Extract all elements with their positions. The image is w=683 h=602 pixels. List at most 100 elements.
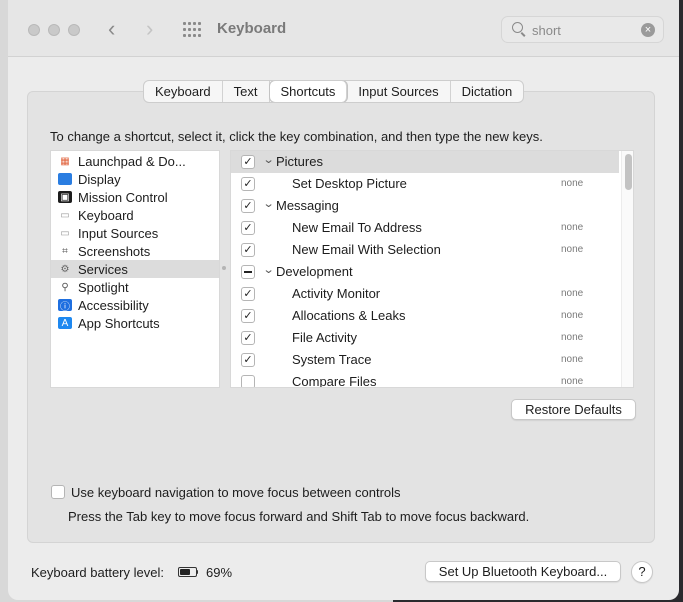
category-launchpad-do[interactable]: ▦ Launchpad & Do... [51, 152, 219, 170]
shortcut-key[interactable]: none [561, 244, 583, 255]
category-keyboard[interactable]: ▭ Keyboard [51, 206, 219, 224]
shortcut-row[interactable]: ✓ Activity Monitor none [231, 283, 619, 305]
shortcut-label: Allocations & Leaks [292, 308, 406, 323]
shortcut-label: Pictures [276, 154, 323, 169]
shortcut-row[interactable]: ✓ Set Desktop Picture none [231, 173, 619, 195]
shortcut-checkbox[interactable]: ✓ [241, 353, 255, 367]
shortcut-group-row[interactable]: ✓ ⌄ Messaging [231, 195, 619, 217]
shortcut-row[interactable]: ✓ New Email To Address none [231, 217, 619, 239]
category-app-shortcuts[interactable]: A App Shortcuts [51, 314, 219, 332]
category-spotlight[interactable]: ⚲ Spotlight [51, 278, 219, 296]
disclosure-chevron-icon[interactable]: ⌄ [263, 153, 275, 166]
shortcut-key[interactable]: none [561, 332, 583, 343]
category-display[interactable]: Display [51, 170, 219, 188]
mission-control-icon: ▣ [58, 191, 72, 203]
category-mission-control[interactable]: ▣ Mission Control [51, 188, 219, 206]
battery-icon [178, 567, 198, 577]
tab-text[interactable]: Text [223, 81, 270, 102]
shortcut-checkbox[interactable]: ✓ [241, 155, 255, 169]
shortcut-label: New Email To Address [292, 220, 422, 235]
tab-input-sources[interactable]: Input Sources [347, 81, 451, 102]
close-window-button[interactable] [28, 24, 40, 36]
split-view-handle[interactable] [222, 266, 226, 270]
search-field[interactable]: × [501, 16, 664, 43]
category-label: Launchpad & Do... [78, 153, 186, 169]
category-label: Mission Control [78, 189, 168, 205]
shortcut-group-row[interactable]: ✓ ⌄ Pictures [231, 151, 619, 173]
toolbar: ‹ › Keyboard × [8, 0, 679, 57]
shortcut-key[interactable]: none [561, 288, 583, 299]
disclosure-chevron-icon[interactable]: ⌄ [263, 197, 275, 210]
keyboard-navigation-hint: Press the Tab key to move focus forward … [68, 509, 530, 524]
shortcut-row[interactable]: Compare Files none [231, 371, 619, 388]
battery-percent: 69% [206, 565, 233, 580]
category-input-sources[interactable]: ▭ Input Sources [51, 224, 219, 242]
minimize-window-button[interactable] [48, 24, 60, 36]
shortcut-checkbox[interactable]: ✓ [241, 331, 255, 345]
input-sources-icon: ▭ [60, 227, 70, 239]
shortcut-label: File Activity [292, 330, 358, 345]
shortcut-checkbox[interactable]: ✓ [241, 177, 255, 191]
show-all-grid-icon[interactable] [183, 22, 201, 38]
shortcut-label: New Email With Selection [292, 242, 441, 257]
tab-keyboard[interactable]: Keyboard [144, 81, 223, 102]
shortcut-label: Development [276, 264, 353, 279]
shortcut-checkbox[interactable]: ✓ [241, 199, 255, 213]
shortcut-label: Activity Monitor [292, 286, 381, 301]
shortcut-key[interactable]: none [561, 376, 583, 387]
shortcut-checkbox[interactable]: ✓ [241, 309, 255, 323]
shortcut-key[interactable]: none [561, 354, 583, 365]
shortcut-checkbox[interactable]: ✓ [241, 287, 255, 301]
shortcut-key[interactable]: none [561, 222, 583, 233]
shortcut-checkbox[interactable] [241, 375, 255, 387]
tab-dictation[interactable]: Dictation [451, 81, 524, 102]
shortcut-key[interactable]: none [561, 310, 583, 321]
shortcut-label: System Trace [292, 352, 372, 367]
shortcut-list: ✓ ⌄ Pictures ✓ Set Desktop Picture none ✓ ⌄ Mess… [230, 150, 634, 388]
search-input[interactable] [532, 21, 632, 39]
shortcut-row[interactable]: ✓ File Activity none [231, 327, 619, 349]
restore-defaults-button[interactable]: Restore Defaults [511, 399, 636, 420]
tab-bar: Keyboard Text Shortcuts Input Sources Dictat… [143, 80, 525, 103]
category-label: Input Sources [78, 225, 159, 241]
shortcut-row[interactable]: ✓ System Trace none [231, 349, 619, 371]
category-label: Display [78, 171, 121, 187]
keyboard-icon: ▭ [60, 209, 70, 221]
category-label: Services [78, 261, 128, 277]
shortcut-checkbox[interactable] [241, 265, 255, 279]
launchpad-icon: ▦ [60, 155, 70, 167]
search-icon [512, 22, 523, 33]
keyboard-preferences-window: ‹ › Keyboard × KeyboardTextShortcutsInpu… [8, 0, 679, 600]
screenshots-icon: ⌗ [62, 245, 68, 257]
category-screenshots[interactable]: ⌗ Screenshots [51, 242, 219, 260]
keyboard-navigation-label: Use keyboard navigation to move focus be… [71, 485, 401, 500]
shortcut-row[interactable]: ✓ Allocations & Leaks none [231, 305, 619, 327]
set-up-bluetooth-keyboard-button[interactable]: Set Up Bluetooth Keyboard... [425, 561, 621, 582]
shortcut-label: Set Desktop Picture [292, 176, 407, 191]
zoom-window-button[interactable] [68, 24, 80, 36]
app-store-icon: A [58, 317, 72, 329]
accessibility-icon: ⓘ [58, 299, 72, 313]
forward-icon[interactable]: › [146, 18, 153, 40]
category-label: Spotlight [78, 279, 129, 295]
shortcut-list-scrollbar[interactable] [621, 151, 633, 387]
tab-shortcuts[interactable]: Shortcuts [269, 81, 348, 102]
shortcut-label: Messaging [276, 198, 339, 213]
display-icon [58, 173, 72, 185]
shortcut-key[interactable]: none [561, 178, 583, 189]
back-icon[interactable]: ‹ [108, 18, 115, 40]
clear-search-icon[interactable]: × [641, 23, 655, 37]
magnifier-icon: ⚲ [61, 281, 69, 293]
category-services[interactable]: ⚙ Services [51, 260, 219, 278]
disclosure-chevron-icon[interactable]: ⌄ [263, 263, 275, 276]
keyboard-navigation-checkbox[interactable] [51, 485, 65, 499]
scrollbar-thumb[interactable] [625, 154, 632, 190]
shortcut-label: Compare Files [292, 374, 377, 388]
category-label: Accessibility [78, 297, 149, 313]
shortcut-group-row[interactable]: ⌄ Development [231, 261, 619, 283]
shortcut-checkbox[interactable]: ✓ [241, 221, 255, 235]
help-button[interactable]: ? [631, 561, 653, 583]
category-accessibility[interactable]: ⓘ Accessibility [51, 296, 219, 314]
shortcut-row[interactable]: ✓ New Email With Selection none [231, 239, 619, 261]
shortcut-checkbox[interactable]: ✓ [241, 243, 255, 257]
